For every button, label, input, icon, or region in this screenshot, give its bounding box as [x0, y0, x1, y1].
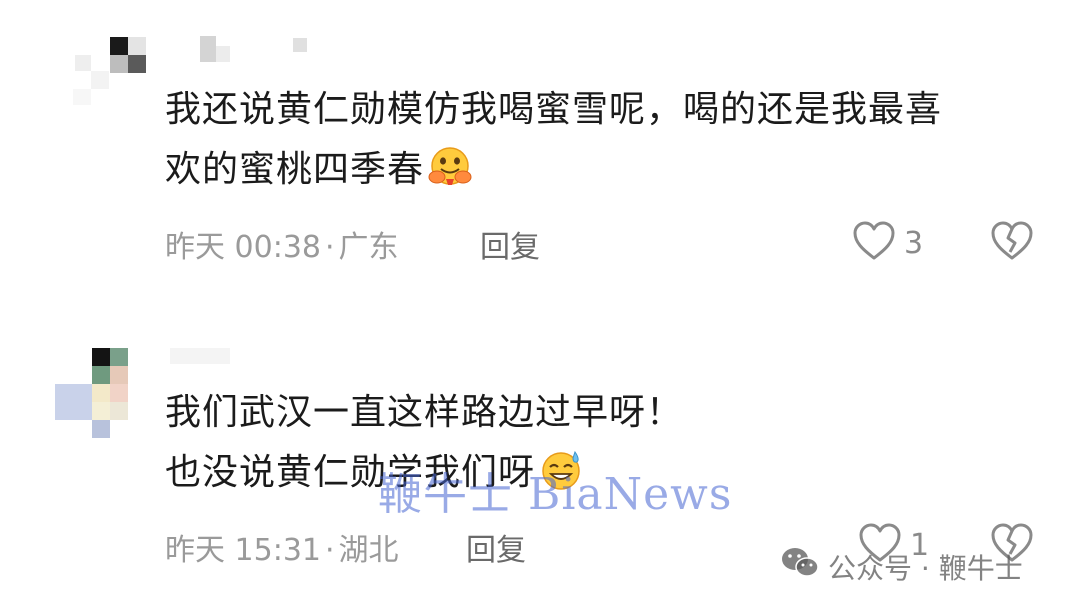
username-blurred — [185, 36, 325, 64]
comment-meta: 昨天 15:31 · 湖北 — [165, 525, 399, 569]
meta-separator: · — [325, 533, 335, 568]
username-blurred — [170, 346, 250, 374]
comment-meta: 昨天 00:38 · 广东 — [165, 222, 399, 266]
like-count: 3 — [904, 225, 924, 261]
heart-icon — [852, 220, 896, 266]
reply-button[interactable]: 回复 — [466, 525, 526, 569]
comment-line: 我们武汉一直这样路边过早呀！ — [165, 392, 684, 433]
wechat-watermark: 公众号 · 鞭牛士 — [780, 546, 1023, 587]
comment-location: 湖北 — [338, 533, 399, 568]
like-button[interactable]: 3 — [852, 220, 923, 266]
comment-line: 我还说黄仁勋模仿我喝蜜雪呢，喝的还是我最喜 — [165, 89, 943, 130]
dislike-button[interactable] — [990, 220, 1034, 266]
avatar[interactable] — [55, 25, 155, 125]
news-watermark: 鞭牛士 BiaNews — [378, 469, 733, 520]
comment-text: 我还说黄仁勋模仿我喝蜜雪呢，喝的还是我最喜 欢的蜜桃四季春 — [165, 80, 942, 200]
comment-list: 我还说黄仁勋模仿我喝蜜雪呢，喝的还是我最喜 欢的蜜桃四季春 昨天 00:38 · 广… — [0, 0, 1080, 607]
hugging-face-emoji-icon — [428, 145, 472, 189]
broken-heart-icon — [990, 221, 1034, 266]
avatar[interactable] — [55, 340, 155, 440]
wechat-watermark-label: 公众号 · 鞭牛士 — [828, 551, 1023, 585]
wechat-icon — [780, 546, 828, 587]
meta-separator: · — [325, 230, 335, 265]
comment-time: 昨天 15:31 — [165, 533, 321, 568]
comment-line: 欢的蜜桃四季春 — [165, 140, 942, 200]
reply-button[interactable]: 回复 — [480, 222, 540, 266]
comment-time: 昨天 00:38 — [165, 230, 321, 265]
comment-location: 广东 — [338, 230, 399, 265]
